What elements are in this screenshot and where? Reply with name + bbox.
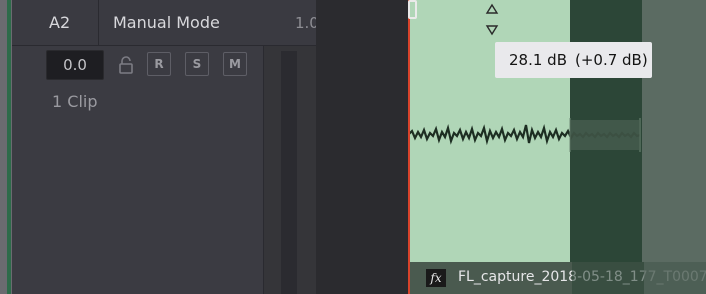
clip-count: 1 Clip	[52, 92, 98, 111]
track-volume-field[interactable]: 0.0	[46, 50, 104, 80]
playhead[interactable]	[408, 0, 417, 294]
clip-footer-shade-end	[644, 262, 706, 294]
track-color-strip	[0, 0, 12, 294]
lock-icon[interactable]	[116, 55, 136, 75]
track-id: A2	[49, 13, 71, 32]
tooltip-delta: (+0.7 dB)	[574, 51, 648, 69]
keyframe-marker-down-icon[interactable]	[485, 24, 499, 36]
header-divider	[98, 0, 99, 46]
clip-footer[interactable]: fx FL_capture_2018-05-18_177_T0007_C	[410, 262, 706, 294]
track-header-row: A2 Manual Mode 1.0	[12, 0, 319, 46]
track-header-gap	[316, 0, 408, 294]
keyframe-marker-up-icon[interactable]	[485, 3, 499, 15]
timeline-editor: A2 Manual Mode 1.0 0.0 R S M 1 Clip 28.1…	[0, 0, 706, 294]
record-arm-button[interactable]: R	[147, 52, 171, 76]
tooltip-value: 28.1 dB	[509, 51, 567, 69]
track-header: A2 Manual Mode 1.0 0.0 R S M 1 Clip	[0, 0, 319, 294]
audio-waveform	[408, 118, 641, 152]
fx-icon[interactable]: fx	[426, 269, 446, 287]
track-name[interactable]: Manual Mode	[113, 13, 220, 32]
mute-button[interactable]: M	[223, 52, 247, 76]
playhead-grip-icon[interactable]	[408, 0, 417, 19]
volume-tooltip: 28.1 dB (+0.7 dB)	[495, 42, 652, 78]
solo-button[interactable]: S	[185, 52, 209, 76]
audio-level-meter	[281, 51, 297, 294]
